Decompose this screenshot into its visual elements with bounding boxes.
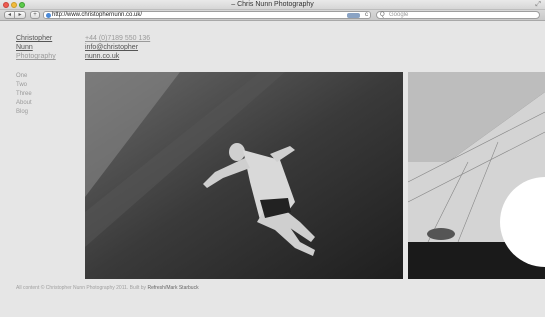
site-brand[interactable]: Christopher Nunn Photography	[16, 34, 56, 61]
search-input[interactable]: Q Google	[376, 11, 540, 19]
brand-line-3[interactable]: Photography	[16, 52, 56, 61]
nav-item-three[interactable]: Three	[16, 90, 32, 99]
diver-photo-image	[85, 72, 403, 279]
browser-window: – Chris Nunn Photography ⤢ ◂ ▸ + http://…	[0, 0, 545, 317]
phone-link[interactable]: +44 (0)7189 550 136	[85, 34, 150, 43]
email-link-line-1[interactable]: info@christopher	[85, 43, 150, 52]
web-page: Christopher Nunn Photography +44 (0)7189…	[0, 22, 545, 317]
forward-button[interactable]: ▸	[15, 11, 26, 19]
search-placeholder: Google	[389, 12, 409, 18]
title-bar: – Chris Nunn Photography ⤢	[0, 0, 545, 10]
address-bar[interactable]: http://www.christophernunn.co.uk/ c	[43, 11, 371, 19]
nav-item-blog[interactable]: Blog	[16, 108, 32, 117]
nav-item-one[interactable]: One	[16, 72, 32, 81]
window-title: – Chris Nunn Photography	[231, 1, 314, 8]
browser-toolbar: ◂ ▸ + http://www.christophernunn.co.uk/ …	[0, 10, 545, 21]
back-button[interactable]: ◂	[4, 11, 15, 19]
url-text[interactable]: http://www.christophernunn.co.uk/	[52, 12, 142, 19]
footer-credit-link[interactable]: Refresh/Mark Starbuck	[147, 285, 198, 291]
globe-icon	[46, 13, 51, 18]
add-bookmark-button[interactable]: +	[30, 11, 40, 19]
fullscreen-icon[interactable]: ⤢	[535, 1, 541, 9]
brand-line-2[interactable]: Nunn	[16, 43, 56, 52]
site-nav: One Two Three About Blog	[16, 72, 32, 117]
footer-copyright: All content © Christopher Nunn Photograp…	[16, 285, 148, 291]
rss-icon[interactable]	[347, 13, 360, 18]
email-link-line-2[interactable]: nunn.co.uk	[85, 52, 150, 61]
pool-photo-image	[408, 72, 545, 279]
reload-icon[interactable]: c	[365, 12, 368, 19]
nav-item-two[interactable]: Two	[16, 81, 32, 90]
contact-info: +44 (0)7189 550 136 info@christopher nun…	[85, 34, 150, 61]
brand-line-1[interactable]: Christopher	[16, 34, 56, 43]
site-footer: All content © Christopher Nunn Photograp…	[16, 285, 199, 292]
gallery-photo-pool[interactable]	[408, 72, 545, 279]
nav-item-about[interactable]: About	[16, 99, 32, 108]
gallery-photo-diver[interactable]	[85, 72, 403, 279]
search-icon: Q	[380, 12, 385, 18]
